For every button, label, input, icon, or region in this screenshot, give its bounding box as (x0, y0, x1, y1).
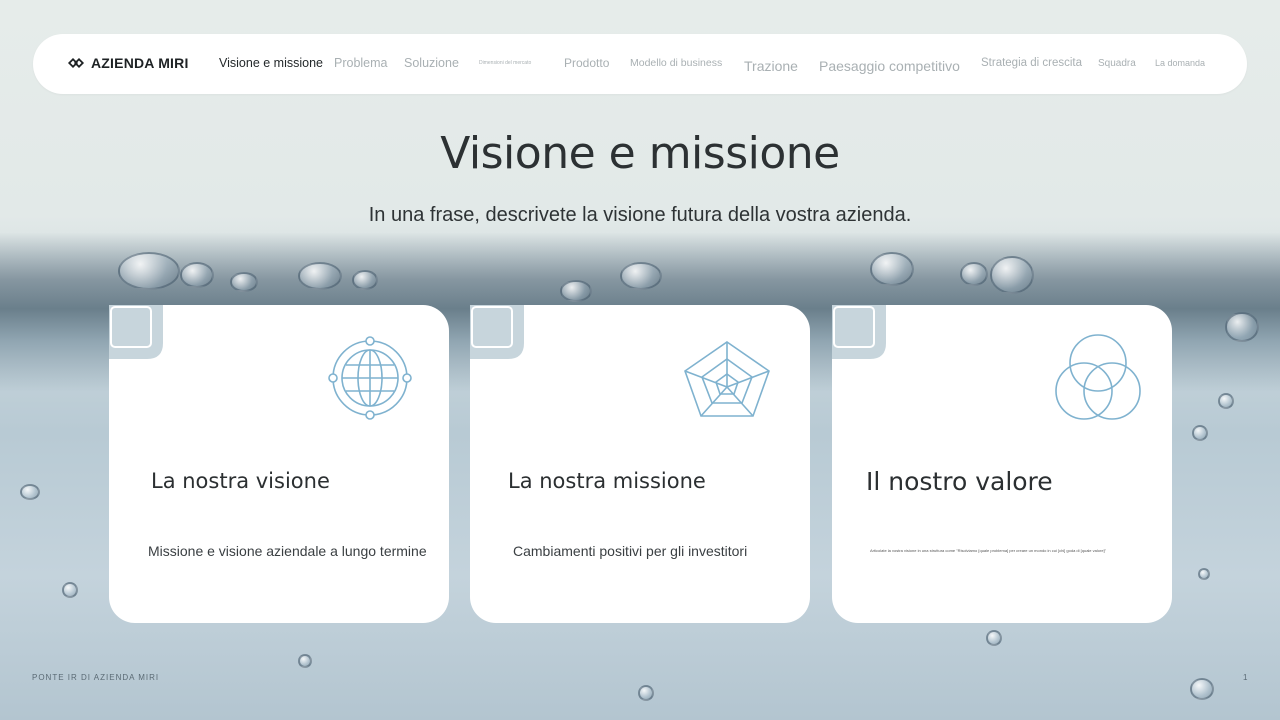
card-checkbox-value[interactable] (833, 306, 875, 348)
nav-item-la-domanda[interactable]: La domanda (1155, 58, 1205, 68)
venn-circles-icon (1055, 334, 1141, 420)
card-text: Articolate la vostra visione in una stru… (870, 548, 1107, 553)
card-heading: Il nostro valore (866, 467, 1053, 496)
footer-label: PONTE IR DI AZIENDA MIRI (32, 673, 160, 682)
card-checkbox-mission[interactable] (471, 306, 513, 348)
card-text: Missione e visione aziendale a lungo ter… (148, 543, 427, 559)
card-value: Il nostro valore Articolate la vostra vi… (832, 305, 1172, 623)
card-text: Cambiamenti positivi per gli investitori (513, 543, 748, 559)
card-checkbox-vision[interactable] (110, 306, 152, 348)
globe-icon (328, 336, 412, 420)
nav-item-soluzione[interactable]: Soluzione (404, 56, 459, 70)
nav-item-visione[interactable]: Visione e missione (219, 56, 323, 70)
card-heading: La nostra visione (151, 469, 330, 493)
nav-item-dimensioni-mercato[interactable]: Dimensioni del mercato (479, 60, 531, 66)
nav-item-squadra[interactable]: Squadra (1098, 58, 1136, 69)
nav-item-strategia-crescita[interactable]: Strategia di crescita (981, 57, 1082, 69)
page-subtitle: In una frase, descrivete la visione futu… (368, 204, 912, 226)
brand-logo-icon (67, 57, 85, 69)
card-heading: La nostra missione (508, 469, 706, 493)
radar-pentagon-icon (684, 341, 770, 417)
nav-item-modello-business[interactable]: Modello di business (630, 57, 722, 69)
nav-item-trazione[interactable]: Trazione (744, 58, 798, 74)
page-title: Visione e missione (440, 128, 840, 179)
brand-name: AZIENDA MIRI (91, 55, 189, 71)
nav-item-paesaggio-competitivo[interactable]: Paesaggio competitivo (819, 58, 960, 74)
card-vision: La nostra visione Missione e visione azi… (109, 305, 449, 623)
nav-item-problema[interactable]: Problema (334, 56, 388, 70)
nav-item-prodotto[interactable]: Prodotto (564, 56, 609, 70)
card-mission: La nostra missione Cambiamenti positivi … (470, 305, 810, 623)
top-navbar: AZIENDA MIRI Visione e missione Problema… (33, 34, 1247, 94)
page-number: 1 (1243, 673, 1248, 682)
brand[interactable]: AZIENDA MIRI (67, 54, 189, 72)
